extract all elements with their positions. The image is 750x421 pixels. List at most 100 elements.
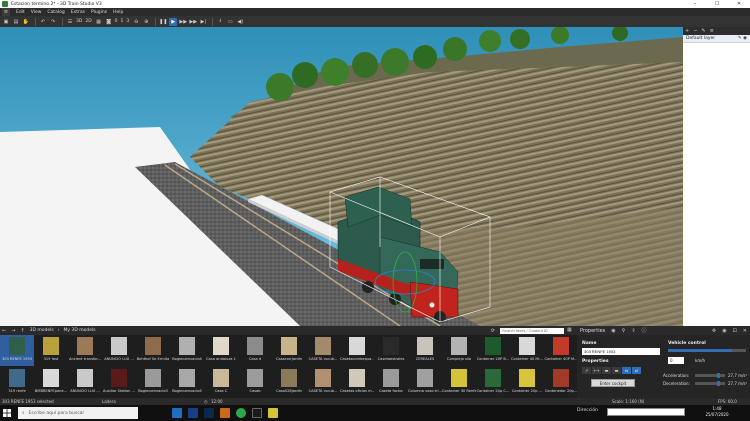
- layer-visibility-icon[interactable]: ✎ ◉: [738, 36, 747, 41]
- save-icon[interactable]: ▣: [2, 18, 10, 26]
- properties-tab[interactable]: Properties: [580, 328, 605, 334]
- direction-input[interactable]: [607, 408, 685, 416]
- play-icon[interactable]: ▶: [169, 17, 178, 26]
- hamburger-menu-icon[interactable]: ≡: [2, 8, 10, 16]
- library-item[interactable]: Casetaestrales: [374, 335, 408, 366]
- grid-icon[interactable]: ▦: [95, 18, 103, 26]
- zoom-in-icon[interactable]: ⊕: [142, 18, 150, 26]
- fastest-forward-icon[interactable]: ▶▶: [189, 18, 197, 26]
- grid-view-icon[interactable]: ▦: [567, 327, 575, 334]
- library-item[interactable]: Casa d: [238, 335, 272, 366]
- library-item[interactable]: Casa C: [204, 367, 238, 398]
- menu-edit[interactable]: Edit: [16, 10, 25, 15]
- properties-share-icon[interactable]: ⇪: [631, 328, 635, 334]
- library-item[interactable]: Behthof Se Ermita: [136, 335, 170, 366]
- property-train-icon-2[interactable]: ▬: [612, 367, 621, 374]
- menu-plugins[interactable]: Plugins: [91, 10, 107, 15]
- zoom-out-icon[interactable]: ⊖: [132, 18, 140, 26]
- property-direction-icon[interactable]: ⇆: [622, 367, 631, 374]
- library-item[interactable]: Casa028jardin: [272, 367, 306, 398]
- library-item[interactable]: Container 20p C...: [476, 367, 510, 398]
- speed-field[interactable]: 0: [668, 357, 684, 364]
- properties-eye-icon[interactable]: ◉: [722, 328, 726, 334]
- library-item[interactable]: BMBRENFEpane...: [34, 367, 68, 398]
- delete-layer-icon[interactable]: −: [693, 28, 697, 34]
- library-item[interactable]: Bogiecomvacio4: [170, 335, 204, 366]
- taskbar-app-icon[interactable]: [252, 408, 262, 418]
- library-item[interactable]: CASETA rucub...: [306, 367, 340, 398]
- library-item[interactable]: CEREALES: [408, 335, 442, 366]
- menu-extras[interactable]: Extras: [71, 10, 85, 15]
- library-item[interactable]: 319 fast: [34, 335, 68, 366]
- properties-branch-icon[interactable]: ⚲: [622, 328, 626, 334]
- hand-tool-icon[interactable]: ✋: [22, 18, 30, 26]
- enter-cockpit-button[interactable]: Enter cockpit: [591, 379, 635, 387]
- library-item[interactable]: Container 20p ...: [510, 367, 544, 398]
- view-3d-button[interactable]: 3D: [76, 18, 82, 26]
- library-item[interactable]: Casetas oficios m...: [340, 367, 374, 398]
- property-move-icon[interactable]: ↗: [582, 367, 591, 374]
- library-item[interactable]: 303 RENFE 1953: [0, 335, 34, 366]
- library-item[interactable]: Casacorrjardin: [272, 335, 306, 366]
- property-reverse-icon[interactable]: ⇄: [632, 367, 641, 374]
- layer-row[interactable]: Default layer ✎ ◉: [683, 35, 750, 43]
- forward-icon[interactable]: →: [11, 328, 15, 334]
- camera-icon[interactable]: ◙: [105, 18, 113, 26]
- step-forward-icon[interactable]: ▶|: [199, 18, 207, 26]
- sound-icon[interactable]: ◀): [236, 18, 244, 26]
- menu-view[interactable]: View: [31, 10, 42, 15]
- properties-lock-icon[interactable]: ⊡: [733, 328, 737, 334]
- 3d-viewport[interactable]: [0, 27, 683, 326]
- photoshop-app-icon[interactable]: [204, 408, 214, 418]
- download-icon[interactable]: ⭳: [216, 18, 224, 26]
- library-item[interactable]: 319 renfe: [0, 367, 34, 398]
- minimize-button[interactable]: –: [684, 0, 706, 8]
- open-icon[interactable]: ▤: [12, 18, 20, 26]
- train-studio-app-icon[interactable]: [268, 408, 278, 418]
- library-item[interactable]: Casa andaluza 1: [204, 335, 238, 366]
- layer-menu-icon[interactable]: ≡: [710, 28, 714, 34]
- property-width-icon[interactable]: ⟷: [592, 367, 601, 374]
- properties-circle-icon[interactable]: ◉: [611, 328, 615, 334]
- library-item[interactable]: Casab: [238, 367, 272, 398]
- list-icon[interactable]: ☰: [66, 18, 74, 26]
- taskbar-clock[interactable]: 1:48 25/07/2020: [697, 406, 737, 418]
- add-layer-icon[interactable]: +: [685, 28, 689, 34]
- library-item[interactable]: ANUNCIO LUX ...: [68, 367, 102, 398]
- fast-forward-icon[interactable]: ▶▶: [179, 18, 187, 26]
- blender-app-icon[interactable]: [220, 408, 230, 418]
- maximize-button[interactable]: ☐: [706, 0, 728, 8]
- library-item[interactable]: Casetacombequa...: [340, 335, 374, 366]
- property-train-icon[interactable]: ▬: [602, 367, 611, 374]
- library-item[interactable]: Bogiecomvacio3: [136, 367, 170, 398]
- library-item[interactable]: Ancient transfor...: [68, 335, 102, 366]
- library-search-input[interactable]: [500, 327, 564, 334]
- pause-icon[interactable]: ❚❚: [159, 18, 167, 26]
- library-item[interactable]: Container 30 Renfe: [442, 367, 476, 398]
- outlook-app-icon[interactable]: [172, 408, 182, 418]
- taskbar-search-input[interactable]: ⌕ Escribe aquí para buscar: [18, 407, 138, 419]
- name-field[interactable]: [582, 348, 660, 355]
- properties-close-icon[interactable]: ✕: [743, 328, 747, 334]
- view-2d-button[interactable]: 2D: [85, 18, 91, 26]
- word-app-icon[interactable]: [188, 408, 198, 418]
- library-item[interactable]: ANUNCIO LUX ...: [102, 335, 136, 366]
- chrome-app-icon[interactable]: [236, 408, 246, 418]
- speed-slider[interactable]: [668, 349, 746, 352]
- up-icon[interactable]: ↑: [20, 328, 24, 334]
- library-item[interactable]: Bogiecomvacio5: [170, 367, 204, 398]
- properties-info-icon[interactable]: ⓘ: [642, 327, 647, 334]
- close-button[interactable]: ✕: [728, 0, 750, 8]
- library-item[interactable]: Caseta factor: [374, 367, 408, 398]
- menu-catalog[interactable]: Catalog: [47, 10, 64, 15]
- redo-icon[interactable]: ↷: [49, 18, 57, 26]
- deceleration-slider[interactable]: [695, 381, 725, 386]
- library-item[interactable]: Container 40P M...: [544, 335, 577, 366]
- back-icon[interactable]: ←: [2, 328, 6, 334]
- breadcrumb-root[interactable]: 3D models: [30, 328, 54, 333]
- library-item[interactable]: Complejo silo: [442, 335, 476, 366]
- acceleration-slider[interactable]: [695, 373, 725, 378]
- library-item[interactable]: Columna vaso tri...: [408, 367, 442, 398]
- properties-pin-icon[interactable]: ✜: [712, 328, 716, 334]
- fullscreen-icon[interactable]: ▭: [226, 18, 234, 26]
